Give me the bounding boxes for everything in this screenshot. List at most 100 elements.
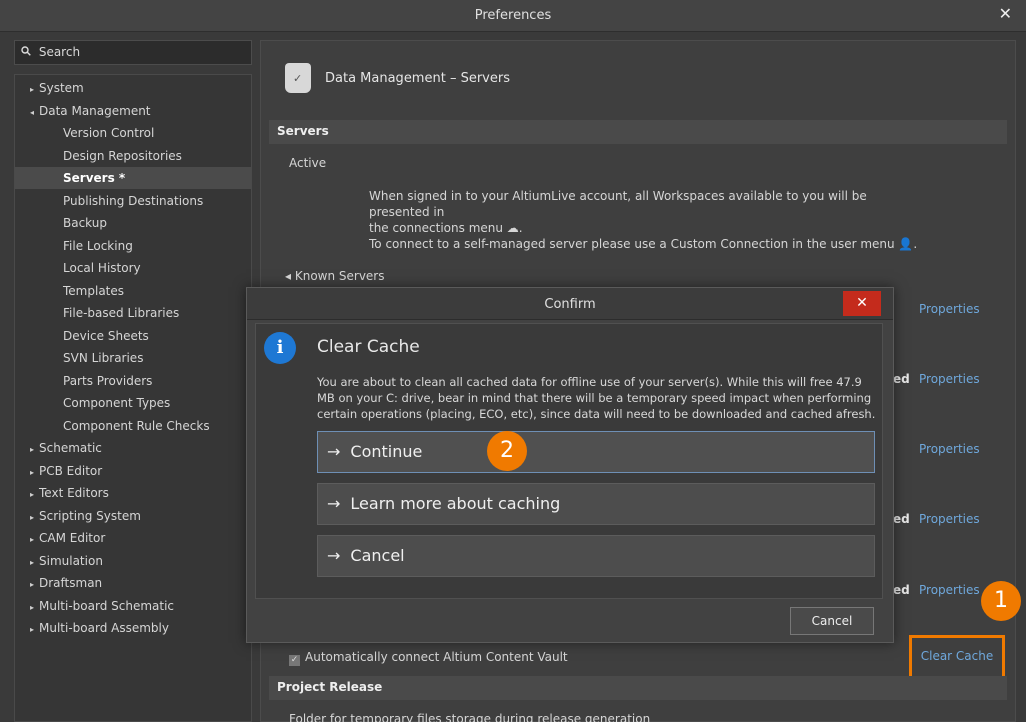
tree-item[interactable]: ▸ Simulation <box>15 550 251 572</box>
tree-item-label: SVN Libraries <box>63 351 144 365</box>
tree-item[interactable]: Version Control <box>15 122 251 144</box>
tree-item-label: Local History <box>63 261 141 275</box>
tree-item-label: Schematic <box>39 441 102 455</box>
info-line-3: To connect to a self-managed server plea… <box>369 237 918 251</box>
tree-item-label: PCB Editor <box>39 463 103 478</box>
tree-item-label: Multi-board Assembly <box>39 621 169 635</box>
tree-item[interactable]: Local History <box>15 257 251 279</box>
clear-cache-link[interactable]: Clear Cache <box>909 635 1005 679</box>
expand-arrow-icon[interactable]: ▸ <box>25 507 39 529</box>
expand-arrow-icon[interactable]: ▸ <box>25 574 39 596</box>
expand-arrow-icon[interactable]: ▸ <box>25 597 39 619</box>
tree-item-label: Design Repositories <box>63 148 182 163</box>
server-2-status-text: ed <box>893 372 910 386</box>
server-2-properties-link[interactable]: Properties <box>919 372 980 386</box>
expand-arrow-icon[interactable]: ▸ <box>25 552 39 574</box>
tree-item[interactable]: ▸ Multi-board Assembly <box>15 617 251 639</box>
tree-item[interactable]: ▸ Draftsman <box>15 572 251 594</box>
info-icon: i <box>264 332 296 364</box>
tree-item-label: Version Control <box>63 126 155 140</box>
tree-item-label: Servers * <box>63 171 126 185</box>
search-placeholder: Search <box>38 45 81 59</box>
servers-section-header: Servers <box>269 120 1007 144</box>
tree-item-label: Publishing Destinations <box>63 193 204 208</box>
tree-item[interactable]: Parts Providers <box>15 370 251 392</box>
tree-item-label: System <box>39 81 84 95</box>
tree-item[interactable]: ▸ System <box>15 77 251 99</box>
step-badge-2: 2 <box>487 431 527 471</box>
expand-arrow-icon[interactable]: ▸ <box>25 439 39 461</box>
tree-item[interactable]: Servers * <box>15 167 251 189</box>
cancel-button[interactable]: Cancel <box>790 607 874 635</box>
tree-item[interactable]: Publishing Destinations <box>15 190 251 212</box>
arrow-right-icon: → <box>327 546 341 565</box>
confirm-dialog-close-button[interactable]: ✕ <box>843 291 881 316</box>
active-label: Active <box>289 156 327 170</box>
tree-item[interactable]: Component Types <box>15 392 251 414</box>
collapse-arrow-icon[interactable]: ◂ <box>25 102 39 124</box>
tree-item-label: Component Rule Checks <box>63 418 210 433</box>
tree-item-label: Backup <box>63 216 107 230</box>
tree-item[interactable]: ▸ PCB Editor <box>15 460 251 482</box>
tree-item[interactable]: ▸ Schematic <box>15 437 251 459</box>
tree-item[interactable]: ▸ Multi-board Schematic <box>15 595 251 617</box>
expand-arrow-icon[interactable]: ▸ <box>25 529 39 551</box>
confirm-dialog-heading: Clear Cache <box>317 337 420 357</box>
tree-item[interactable]: ▸ Scripting System <box>15 505 251 527</box>
expand-arrow-icon[interactable]: ▸ <box>25 619 39 641</box>
server-5-status-text: ed <box>893 583 910 597</box>
tree-item[interactable]: ▸ CAM Editor <box>15 527 251 549</box>
continue-label: Continue <box>350 442 423 461</box>
info-line-2: the connections menu ☁. <box>369 221 523 235</box>
search-input[interactable]: Search <box>14 40 252 65</box>
server-3-properties-link[interactable]: Properties <box>919 442 980 456</box>
auto-connect-checkbox[interactable]: ✓ Automatically connect Altium Content Va… <box>289 650 568 666</box>
expand-arrow-icon[interactable]: ▸ <box>25 484 39 506</box>
search-icon <box>21 45 35 59</box>
tree-item-label: Component Types <box>63 396 171 410</box>
tree-item[interactable]: ◂ Data Management <box>15 100 251 122</box>
confirm-dialog: Confirm ✕ i Clear Cache You are about to… <box>246 287 894 643</box>
server-4-properties-link[interactable]: Properties <box>919 512 980 526</box>
continue-button[interactable]: → Continue <box>317 431 875 473</box>
tree-item-label: Data Management <box>39 103 151 118</box>
tree-item-label: Draftsman <box>39 576 103 590</box>
tree-item-label: Parts Providers <box>63 373 153 388</box>
tree-item-label: Simulation <box>39 553 103 568</box>
left-panel: Search ▸ System ◂ Data Management Version Co… <box>14 40 252 722</box>
confirm-dialog-title: Confirm <box>544 297 596 312</box>
preferences-tree: ▸ System ◂ Data Management Version Control De… <box>14 74 252 722</box>
arrow-right-icon: → <box>327 442 341 461</box>
learn-more-label: Learn more about caching <box>350 494 561 513</box>
tree-item-label: Device Sheets <box>63 328 149 343</box>
page-title: Data Management – Servers <box>325 71 510 86</box>
expand-arrow-icon[interactable]: ▸ <box>25 79 39 101</box>
tree-item-label: Multi-board Schematic <box>39 598 175 613</box>
confirm-dialog-description: You are about to clean all cached data f… <box>317 375 876 421</box>
tree-item[interactable]: Backup <box>15 212 251 234</box>
cancel-option-button[interactable]: → Cancel <box>317 535 875 577</box>
learn-more-button[interactable]: → Learn more about caching <box>317 483 875 525</box>
expand-arrow-icon[interactable]: ▸ <box>25 462 39 484</box>
window-title: Preferences <box>474 8 552 23</box>
tree-item-label: CAM Editor <box>39 531 106 545</box>
auto-connect-label: Automatically connect Altium Content Vau… <box>305 650 568 664</box>
tree-item[interactable]: ▸ Text Editors <box>15 482 251 504</box>
tree-item-label: Text Editors <box>39 486 109 500</box>
server-5-properties-link[interactable]: Properties <box>919 583 980 597</box>
known-servers-toggle[interactable]: ◂ Known Servers <box>285 269 385 283</box>
confirm-dialog-body: i Clear Cache You are about to clean all… <box>255 323 883 599</box>
tree-item[interactable]: Device Sheets <box>15 325 251 347</box>
server-1-properties-link[interactable]: Properties <box>919 302 980 316</box>
tree-item[interactable]: File-based Libraries <box>15 302 251 324</box>
project-release-section-header: Project Release <box>269 676 1007 700</box>
server-4-status-text: ed <box>893 512 910 526</box>
tree-item[interactable]: Component Rule Checks <box>15 415 251 437</box>
tree-item[interactable]: File Locking <box>15 235 251 257</box>
window-close-button[interactable]: ✕ <box>999 4 1012 23</box>
window-titlebar: Preferences ✕ <box>0 0 1026 32</box>
tree-item[interactable]: SVN Libraries <box>15 347 251 369</box>
tree-item[interactable]: Design Repositories <box>15 145 251 167</box>
tree-item[interactable]: Templates <box>15 280 251 302</box>
tree-item-label: Scripting System <box>39 508 141 523</box>
